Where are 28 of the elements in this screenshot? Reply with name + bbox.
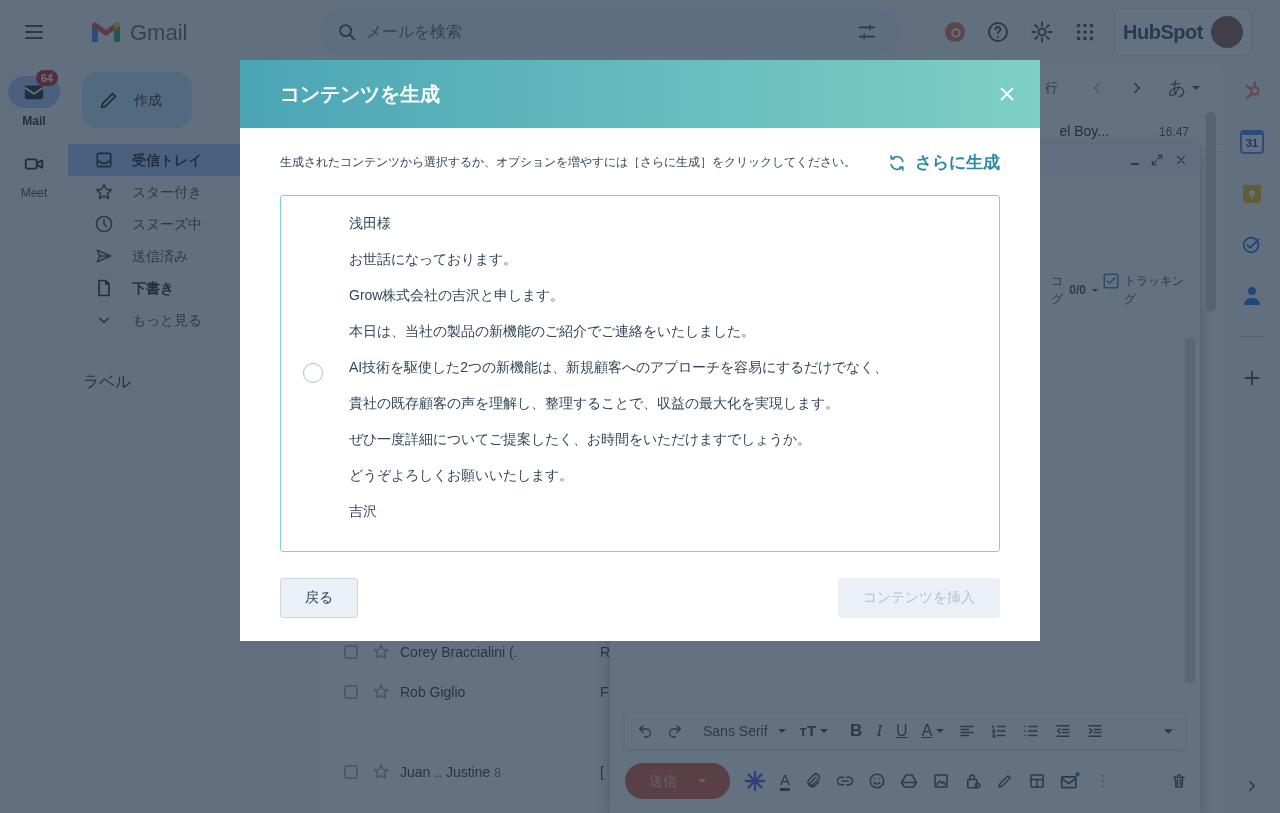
content-line: どうぞよろしくお願いいたします。 bbox=[349, 465, 574, 485]
email-time: 16:47 bbox=[1158, 123, 1189, 141]
content-line: お世話になっております。 bbox=[349, 249, 518, 269]
italic-button[interactable]: I bbox=[876, 718, 883, 744]
rail-label: Mail bbox=[22, 113, 46, 130]
content-line: 本日は、当社の製品の新機能のご紹介でご連絡をいたしました。 bbox=[349, 321, 756, 341]
sender-name: Corey Braccialini (. bbox=[400, 642, 519, 662]
content-line: AI技術を駆使した2つの新機能は、新規顧客へのアプローチを容易にするだけでなく、 bbox=[349, 357, 888, 377]
underline-button[interactable]: U bbox=[896, 719, 908, 743]
content-line: 貴社の既存顧客の声を理解し、整理することで、収益の最大化を実現します。 bbox=[349, 393, 840, 413]
content-line: 浅田様 bbox=[349, 213, 392, 233]
instruction-text: 生成されたコンテンツから選択するか、オプションを増やすには［さらに生成］をクリックしてください。 bbox=[280, 155, 856, 171]
email-subject: [ bbox=[600, 762, 604, 782]
email-subject: R bbox=[600, 642, 611, 662]
email-subject: F bbox=[600, 682, 609, 702]
section-heading: ラベル bbox=[83, 372, 131, 392]
content-line: 吉沢 bbox=[349, 501, 378, 521]
content-line: Grow株式会社の吉沢と申します。 bbox=[349, 285, 566, 305]
bold-button[interactable]: B bbox=[850, 718, 863, 744]
refresh-icon bbox=[887, 152, 907, 173]
content-line: ぜひ一度詳細についてご提案したく、お時間をいただけますでしょうか。 bbox=[349, 429, 812, 449]
dialog-title: コンテンツを生成 bbox=[280, 82, 440, 107]
content-option-card[interactable]: 浅田様 お世話になっております。 Grow株式会社の吉沢と申します。 本日は、当社の製品の新機能のご紹介でご連絡をいたしました。 AI技術を駆使した2つの新機能は、新規顧客へのアプローチを容易にするだけでなく、 貴社の既存顧客の声を理解し、整理することで、収益の最大化を実現します。 ぜひ一度詳細についてご提案したく、お時間をいただけますでしょうか。 どうぞよろしくお願いいたします。 吉沢 bbox=[280, 194, 1000, 552]
regenerate-button[interactable]: さらに生成 bbox=[887, 150, 1000, 176]
sender-name: Rob Giglio bbox=[400, 682, 467, 702]
radio-button[interactable] bbox=[303, 363, 323, 383]
back-button[interactable]: 戻る bbox=[280, 577, 358, 618]
page-range: 行 bbox=[1045, 79, 1058, 98]
